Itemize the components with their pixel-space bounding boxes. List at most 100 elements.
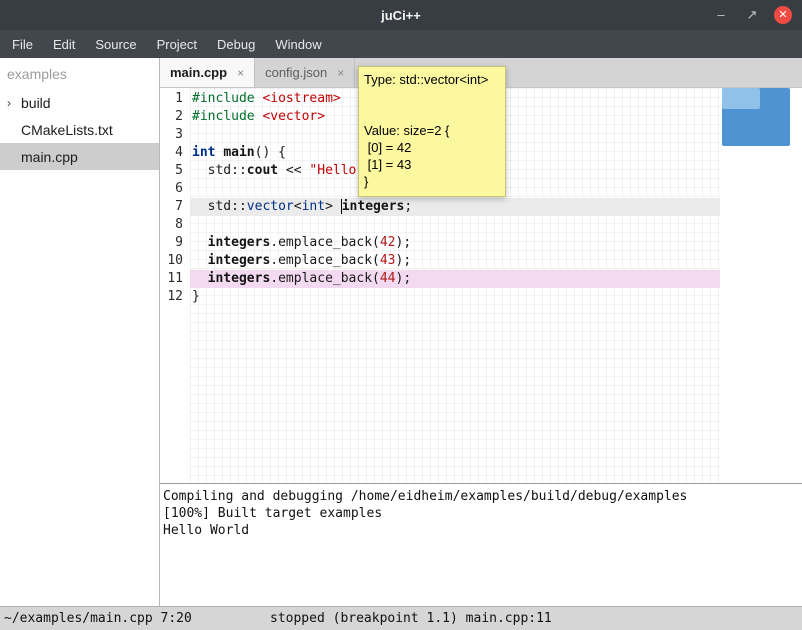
syntax-segment: std:: xyxy=(192,199,247,214)
line-number: 12 xyxy=(160,288,190,306)
line-number: 9 xyxy=(160,234,190,252)
line-number: 10 xyxy=(160,252,190,270)
syntax-segment: cout xyxy=(247,163,278,178)
tooltip-line: } xyxy=(364,174,500,191)
menu-project[interactable]: Project xyxy=(147,32,207,57)
menubar: FileEditSourceProjectDebugWindow xyxy=(0,30,802,58)
status-file-position: ~/examples/main.cpp 7:20 xyxy=(0,611,192,626)
file-tree: ›build CMakeLists.txt main.cpp xyxy=(0,89,159,170)
line-number: 7 xyxy=(160,198,190,216)
syntax-segment: > xyxy=(325,199,341,214)
syntax-segment: .emplace_back( xyxy=(270,235,380,250)
sidebar-item-build[interactable]: ›build xyxy=(0,89,159,116)
line-number: 1 xyxy=(160,90,190,108)
close-button[interactable]: ✕ xyxy=(774,6,792,24)
code-line-9: 9 integers.emplace_back(42); xyxy=(160,234,802,252)
code-line-11: 11 integers.emplace_back(44); xyxy=(160,270,802,288)
code-text[interactable]: integers.emplace_back(44); xyxy=(190,270,720,288)
syntax-segment xyxy=(192,235,208,250)
syntax-segment: integers xyxy=(208,253,271,268)
tooltip-line: Value: size=2 { xyxy=(364,123,500,140)
tooltip-line: [1] = 43 xyxy=(364,157,500,174)
syntax-segment: 42 xyxy=(380,235,396,250)
menu-edit[interactable]: Edit xyxy=(43,32,85,57)
tab-config-json[interactable]: config.json × xyxy=(255,58,355,87)
code-text[interactable]: integers.emplace_back(42); xyxy=(190,234,720,252)
syntax-segment: std:: xyxy=(192,163,247,178)
sidebar-item-cmakelists-txt[interactable]: CMakeLists.txt xyxy=(0,116,159,143)
syntax-segment: () { xyxy=(255,145,286,160)
code-line-8: 8 xyxy=(160,216,802,234)
line-number: 4 xyxy=(160,144,190,162)
menu-file[interactable]: File xyxy=(2,32,43,57)
syntax-segment: <vector> xyxy=(262,109,325,124)
syntax-segment: integers xyxy=(208,235,271,250)
code-text[interactable]: } xyxy=(190,288,720,306)
syntax-segment: } xyxy=(192,289,200,304)
statusbar: ~/examples/main.cpp 7:20 stopped (breakp… xyxy=(0,606,802,630)
syntax-segment: << xyxy=(278,163,309,178)
syntax-segment xyxy=(192,271,208,286)
line-number: 5 xyxy=(160,162,190,180)
status-debug-state: stopped (breakpoint 1.1) main.cpp:11 xyxy=(270,611,552,626)
line-number: 11 xyxy=(160,270,190,288)
syntax-segment: int xyxy=(192,145,215,160)
tab-close-icon[interactable]: × xyxy=(337,66,344,80)
code-line-10: 10 integers.emplace_back(43); xyxy=(160,252,802,270)
window-controls: – ↗ ✕ xyxy=(712,6,802,24)
tab-label: config.json xyxy=(265,65,327,80)
syntax-segment: #include xyxy=(192,91,255,106)
line-number: 6 xyxy=(160,180,190,198)
code-line-12: 12} xyxy=(160,288,802,306)
syntax-segment: #include xyxy=(192,109,255,124)
maximize-button[interactable]: ↗ xyxy=(743,6,761,24)
syntax-segment: vector xyxy=(247,199,294,214)
syntax-segment: 43 xyxy=(380,253,396,268)
minimize-button[interactable]: – xyxy=(712,6,730,24)
project-name-label: examples xyxy=(0,58,159,89)
window-title: juCi++ xyxy=(0,8,802,23)
syntax-segment: 44 xyxy=(380,271,396,286)
menu-source[interactable]: Source xyxy=(85,32,146,57)
output-line: Compiling and debugging /home/eidheim/ex… xyxy=(163,488,802,505)
line-number: 8 xyxy=(160,216,190,234)
tooltip-line xyxy=(364,106,500,123)
syntax-segment: <iostream> xyxy=(262,91,340,106)
menu-window[interactable]: Window xyxy=(265,32,331,57)
line-number: 2 xyxy=(160,108,190,126)
output-panel[interactable]: Compiling and debugging /home/eidheim/ex… xyxy=(160,483,802,606)
code-text[interactable] xyxy=(190,216,720,234)
sidebar-item-main-cpp[interactable]: main.cpp xyxy=(0,143,159,170)
syntax-segment: .emplace_back( xyxy=(270,271,380,286)
menu-debug[interactable]: Debug xyxy=(207,32,265,57)
syntax-segment: integers xyxy=(342,199,405,214)
syntax-segment xyxy=(192,253,208,268)
syntax-segment: ); xyxy=(396,271,412,286)
syntax-segment: main xyxy=(223,145,254,160)
syntax-segment: ); xyxy=(396,253,412,268)
tab-main-cpp[interactable]: main.cpp × xyxy=(160,58,255,87)
tab-close-icon[interactable]: × xyxy=(237,66,244,80)
syntax-segment: integers xyxy=(208,271,271,286)
syntax-segment: int xyxy=(302,199,325,214)
code-line-7: 7 std::vector<int> integers; xyxy=(160,198,802,216)
code-text[interactable]: std::vector<int> integers; xyxy=(190,198,720,216)
syntax-segment: ); xyxy=(396,235,412,250)
syntax-segment: .emplace_back( xyxy=(270,253,380,268)
tooltip-line: [0] = 42 xyxy=(364,140,500,157)
output-line: [100%] Built target examples xyxy=(163,505,802,522)
output-line: Hello World xyxy=(163,522,802,539)
syntax-segment: < xyxy=(294,199,302,214)
tooltip-line: Type: std::vector<int> xyxy=(364,72,500,89)
file-label: main.cpp xyxy=(21,149,78,165)
syntax-segment: ; xyxy=(404,199,412,214)
tab-label: main.cpp xyxy=(170,65,227,80)
expander-icon[interactable]: › xyxy=(7,96,21,110)
file-label: build xyxy=(21,95,51,111)
code-text[interactable]: integers.emplace_back(43); xyxy=(190,252,720,270)
titlebar: juCi++ – ↗ ✕ xyxy=(0,0,802,30)
tooltip-line xyxy=(364,89,500,106)
file-label: CMakeLists.txt xyxy=(21,122,113,138)
line-number: 3 xyxy=(160,126,190,144)
debug-value-tooltip: Type: std::vector<int>Value: size=2 { [0… xyxy=(358,66,506,197)
